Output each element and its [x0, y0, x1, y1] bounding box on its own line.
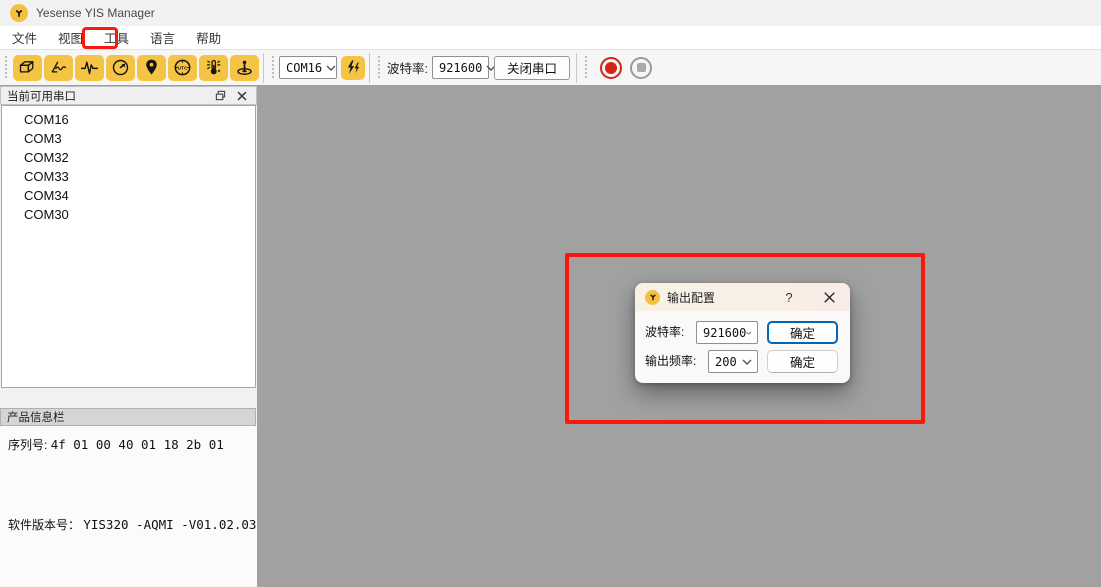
- cube-icon-button[interactable]: [13, 55, 42, 81]
- app-window: Yesense YIS Manager 文件 视图 工具 语言 帮助: [0, 0, 1101, 587]
- serial-number-value: 4f 01 00 40 01 18 2b 01: [51, 437, 224, 452]
- port-list-item[interactable]: COM34: [2, 186, 255, 205]
- double-lightning-icon: [345, 59, 362, 76]
- dialog-freq-label: 输出频率:: [645, 350, 696, 373]
- gauge-icon-button[interactable]: [106, 55, 135, 81]
- dialog-titlebar[interactable]: 输出配置 ?: [635, 283, 850, 311]
- dialog-baud-label: 波特率:: [645, 321, 684, 344]
- barometer-icon-button[interactable]: [230, 55, 259, 81]
- toolbar-separator: [263, 53, 264, 83]
- dock-title: 当前可用串口: [7, 88, 212, 104]
- refresh-ports-button[interactable]: [341, 56, 365, 80]
- product-info-header: 产品信息栏: [0, 408, 256, 426]
- utc-clock-icon-button[interactable]: UTC: [168, 55, 197, 81]
- serial-number-label: 序列号:: [8, 438, 47, 452]
- software-version-label: 软件版本号：: [8, 518, 80, 532]
- svg-text:UTC: UTC: [177, 65, 188, 71]
- dialog-help-button[interactable]: ?: [780, 290, 798, 305]
- thermometer-icon: [203, 57, 224, 78]
- baud-rate-label: 波特率:: [387, 58, 428, 77]
- dialog-freq-select[interactable]: 200: [708, 350, 758, 373]
- menu-view[interactable]: 视图: [49, 25, 92, 50]
- chevron-down-icon: [742, 359, 752, 365]
- port-list-item[interactable]: COM33: [2, 167, 255, 186]
- main-workspace: 输出配置 ? 波特率: 921600 确定 输出频率: 200 确定: [257, 86, 1101, 587]
- menu-tools[interactable]: 工具: [95, 25, 138, 50]
- serial-port-dock-panel: 当前可用串口 COM16 COM3 COM32 COM33 COM34 COM3…: [0, 86, 257, 587]
- menu-help[interactable]: 帮助: [187, 25, 230, 50]
- location-pin-icon: [141, 57, 162, 78]
- angle-wave-icon-button[interactable]: [44, 55, 73, 81]
- gauge-icon: [110, 57, 131, 78]
- close-serial-port-button[interactable]: 关闭串口: [494, 56, 570, 80]
- chevron-down-icon: [326, 65, 336, 71]
- software-version-line: 软件版本号： YIS320 -AQMI -V01.02.03;: [8, 516, 264, 533]
- close-icon: [824, 292, 835, 303]
- menu-file[interactable]: 文件: [3, 25, 46, 50]
- port-list-item[interactable]: COM16: [2, 110, 255, 129]
- menubar: 文件 视图 工具 语言 帮助: [0, 26, 1101, 50]
- toolbar-drag-handle[interactable]: [584, 56, 588, 80]
- dialog-close-button[interactable]: [820, 292, 838, 303]
- dialog-baud-confirm-button[interactable]: 确定: [767, 321, 838, 344]
- close-panel-icon[interactable]: [234, 89, 250, 103]
- stop-button[interactable]: [630, 57, 652, 79]
- toolbar: UTC COM16: [0, 50, 1101, 86]
- output-config-dialog: 输出配置 ? 波特率: 921600 确定 输出频率: 200 确定: [635, 283, 850, 383]
- com-port-value: COM16: [286, 61, 322, 75]
- toolbar-drag-handle[interactable]: [271, 56, 275, 80]
- port-list-item[interactable]: COM3: [2, 129, 255, 148]
- barometer-icon: [234, 57, 255, 78]
- port-list-item[interactable]: COM32: [2, 148, 255, 167]
- app-logo-icon: [10, 4, 28, 22]
- dialog-title: 输出配置: [667, 289, 780, 306]
- pulse-wave-icon: [79, 57, 100, 78]
- titlebar: Yesense YIS Manager: [0, 0, 1101, 26]
- toolbar-drag-handle[interactable]: [4, 56, 8, 80]
- product-info-title: 产品信息栏: [7, 409, 65, 425]
- dialog-baud-select[interactable]: 921600: [696, 321, 758, 344]
- chevron-down-icon: [746, 330, 752, 336]
- window-title: Yesense YIS Manager: [36, 6, 155, 20]
- baud-rate-select[interactable]: 921600: [432, 56, 489, 79]
- dialog-baud-value: 921600: [703, 326, 746, 340]
- utc-clock-icon: UTC: [172, 57, 193, 78]
- port-list-item[interactable]: COM30: [2, 205, 255, 224]
- pulse-wave-icon-button[interactable]: [75, 55, 104, 81]
- toolbar-separator: [369, 53, 370, 83]
- com-port-select[interactable]: COM16: [279, 56, 337, 79]
- baud-rate-value: 921600: [439, 61, 482, 75]
- toolbar-separator: [576, 53, 577, 83]
- available-ports-list: COM16 COM3 COM32 COM33 COM34 COM30: [1, 105, 256, 388]
- menu-language[interactable]: 语言: [141, 25, 184, 50]
- angle-wave-icon: [48, 57, 69, 78]
- dock-header: 当前可用串口: [0, 86, 257, 105]
- software-version-value: YIS320 -AQMI -V01.02.03;: [83, 517, 264, 532]
- product-info-panel: 序列号: 4f 01 00 40 01 18 2b 01 软件版本号： YIS3…: [0, 426, 257, 587]
- cube-icon: [17, 57, 38, 78]
- record-button[interactable]: [600, 57, 622, 79]
- float-panel-icon[interactable]: [212, 89, 228, 103]
- serial-number-line: 序列号: 4f 01 00 40 01 18 2b 01: [8, 436, 224, 453]
- record-icon: [605, 62, 617, 74]
- location-pin-icon-button[interactable]: [137, 55, 166, 81]
- stop-icon: [637, 63, 646, 72]
- dialog-freq-value: 200: [715, 355, 742, 369]
- thermometer-icon-button[interactable]: [199, 55, 228, 81]
- dialog-freq-confirm-button[interactable]: 确定: [767, 350, 838, 373]
- dialog-app-logo-icon: [645, 290, 660, 305]
- toolbar-drag-handle[interactable]: [377, 56, 381, 80]
